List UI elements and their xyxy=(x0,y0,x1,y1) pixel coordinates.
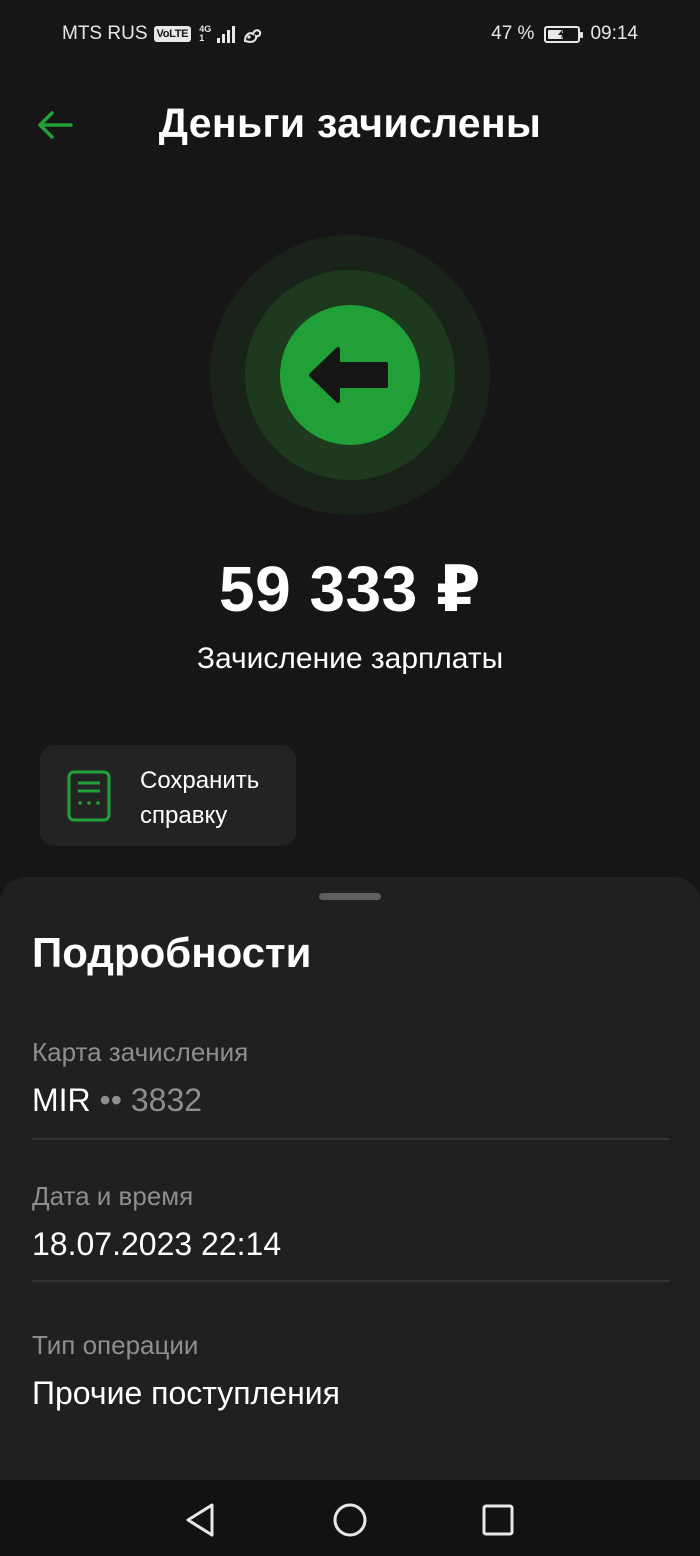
detail-label: Тип операции xyxy=(32,1330,199,1360)
transaction-description: Зачисление зарплаты xyxy=(196,642,504,675)
document-icon xyxy=(67,770,111,822)
card-last-digits: 3832 xyxy=(130,1082,203,1118)
details-sheet: Подробности Карта зачисления MIR •• 3832… xyxy=(0,877,700,1487)
details-title: Подробности xyxy=(32,929,312,976)
carrier-label: MTS RUS xyxy=(62,23,148,44)
card-system: MIR xyxy=(32,1082,91,1118)
battery-icon xyxy=(544,25,584,43)
system-nav-bar xyxy=(0,1480,700,1556)
triangle-back-icon xyxy=(186,1503,214,1537)
page-title: Деньги зачислены xyxy=(158,100,542,146)
incoming-arrow-icon xyxy=(309,347,388,403)
status-left: MTS RUS VoLTE 4G 1 xyxy=(62,23,263,45)
squirrel-icon xyxy=(244,29,262,44)
card-mask-dots: •• xyxy=(99,1082,122,1118)
detail-value: MIR •• 3832 xyxy=(32,1082,668,1119)
status-illustration xyxy=(210,235,490,515)
status-bar: MTS RUS VoLTE 4G 1 47 % 09:14 xyxy=(0,0,700,70)
square-recents-icon xyxy=(482,1504,514,1536)
detail-label: Дата и время xyxy=(32,1181,194,1211)
divider xyxy=(32,1280,669,1282)
amount: 59 333 ₽ xyxy=(218,553,482,625)
incoming-badge xyxy=(280,305,420,445)
detail-row-datetime: Дата и время 18.07.2023 22:14 xyxy=(32,1181,668,1263)
detail-label: Карта зачисления xyxy=(32,1037,249,1067)
detail-row-type: Тип операции Прочие поступления xyxy=(32,1330,668,1412)
battery-percent: 47 % xyxy=(491,23,535,44)
divider xyxy=(32,1138,669,1140)
save-certificate-label: Сохранить справку xyxy=(140,767,260,829)
volte-badge: VoLTE xyxy=(153,26,192,42)
save-certificate-button[interactable]: Сохранить справку xyxy=(40,745,296,846)
status-right: 47 % 09:14 xyxy=(491,23,638,45)
signal-icon xyxy=(217,25,236,43)
sheet-handle[interactable] xyxy=(319,893,381,900)
network-sub-label: 1 xyxy=(199,33,205,43)
circle-home-icon xyxy=(333,1503,367,1537)
nav-recents-button[interactable] xyxy=(478,1500,518,1540)
screen: MTS RUS VoLTE 4G 1 47 % 09:14 Деньги зач… xyxy=(0,0,700,1556)
detail-value: Прочие поступления xyxy=(32,1375,340,1411)
nav-back-button[interactable] xyxy=(180,1500,220,1540)
detail-value: 18.07.2023 22:14 xyxy=(32,1226,282,1262)
detail-row-card: Карта зачисления MIR •• 3832 xyxy=(32,1037,668,1119)
network-type: 4G 1 xyxy=(199,25,211,43)
clock: 09:14 xyxy=(590,23,638,44)
nav-home-button[interactable] xyxy=(330,1500,370,1540)
app-header: Деньги зачислены xyxy=(0,90,700,160)
